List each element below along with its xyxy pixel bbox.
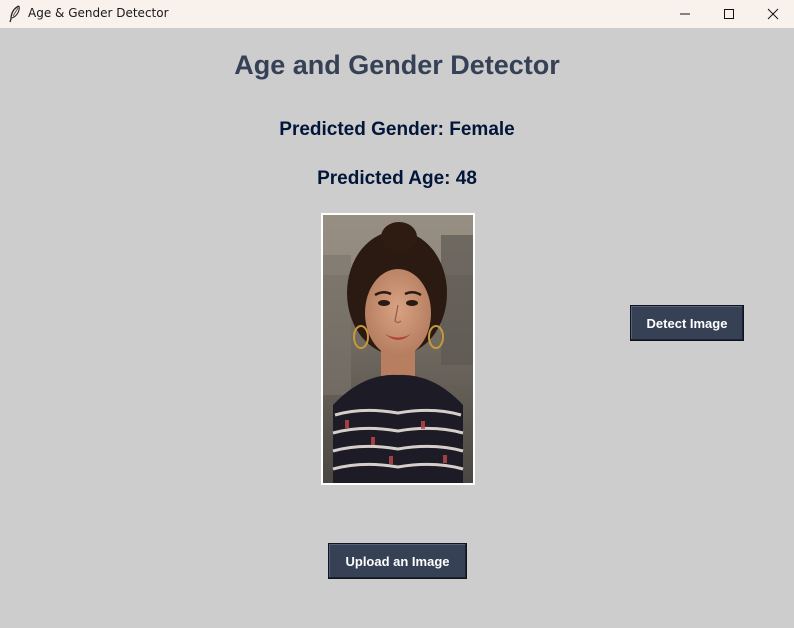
minimize-button[interactable] bbox=[662, 0, 708, 28]
minimize-icon bbox=[679, 8, 691, 20]
page-title: Age and Gender Detector bbox=[234, 50, 560, 80]
feather-icon bbox=[8, 5, 22, 23]
close-button[interactable] bbox=[750, 0, 794, 28]
close-icon bbox=[767, 8, 779, 20]
uploaded-photo bbox=[321, 213, 475, 485]
predicted-age-label: Predicted Age: 48 bbox=[317, 168, 477, 189]
window-title: Age & Gender Detector bbox=[28, 6, 169, 20]
title-bar[interactable]: Age & Gender Detector bbox=[0, 0, 794, 28]
maximize-icon bbox=[723, 8, 735, 20]
portrait-image bbox=[323, 215, 473, 483]
upload-image-button[interactable]: Upload an Image bbox=[328, 543, 467, 579]
predicted-gender-label: Predicted Gender: Female bbox=[279, 119, 515, 140]
app-window: Age & Gender Detector Age and Gender Det… bbox=[0, 0, 794, 628]
maximize-button[interactable] bbox=[706, 0, 752, 28]
detect-image-button[interactable]: Detect Image bbox=[630, 305, 744, 341]
